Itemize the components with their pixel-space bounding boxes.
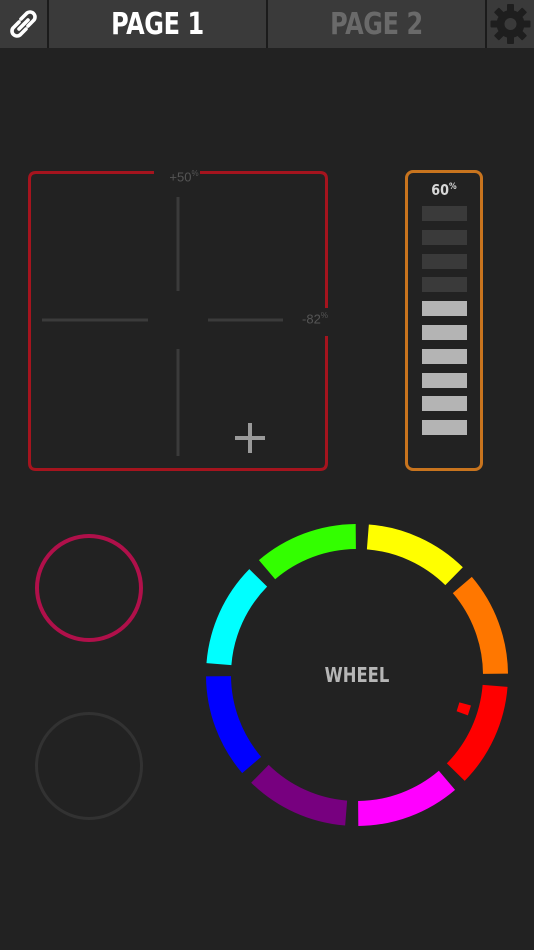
fader-value-number: 60 [431, 181, 450, 199]
tab-page-2[interactable]: PAGE 2 [268, 0, 485, 48]
level-fader[interactable]: 60% [405, 170, 483, 471]
y-readout: -82% [298, 311, 332, 326]
fader-segment [422, 277, 467, 293]
wheel-segment[interactable] [452, 576, 508, 674]
fader-segment [422, 348, 467, 364]
x-readout-value: +50 [169, 169, 192, 185]
tab-page-2-label: PAGE 2 [330, 6, 423, 42]
settings-button[interactable] [487, 0, 534, 48]
fader-value: 60% [413, 181, 474, 199]
y-readout-value: -82 [302, 311, 321, 327]
fader-segment [422, 253, 467, 269]
wheel-segment[interactable] [446, 684, 508, 781]
fader-segment [422, 396, 467, 412]
fader-segment [422, 325, 467, 340]
top-toolbar: PAGE 1 PAGE 2 [0, 0, 534, 48]
x-readout: +50% [164, 169, 204, 184]
toggle-button[interactable] [35, 712, 143, 820]
wheel-segment[interactable] [358, 770, 456, 826]
wheel-marker[interactable] [456, 702, 471, 716]
app-screen: PAGE 1 PAGE 2 +50% -82% 60% WHEEL [0, 0, 534, 950]
fader-segment [422, 229, 467, 245]
fader-segment [422, 206, 467, 221]
xy-pad[interactable]: +50% -82% [28, 169, 328, 471]
wheel-segment[interactable] [206, 676, 262, 774]
link-icon [10, 10, 37, 38]
xy-pad-frame [28, 171, 328, 471]
tab-page-1[interactable]: PAGE 1 [49, 0, 266, 48]
push-button[interactable] [35, 534, 143, 642]
fader-segment [422, 372, 467, 388]
tab-page-1-label: PAGE 1 [111, 6, 204, 42]
wheel-label: WHEEL [324, 663, 390, 687]
link-button[interactable] [0, 0, 47, 48]
wheel-segment[interactable] [258, 524, 356, 580]
wheel-segment[interactable] [206, 569, 268, 666]
y-readout-unit: % [320, 311, 328, 320]
plus-icon[interactable] [233, 421, 267, 455]
wheel-segment[interactable] [366, 524, 463, 586]
gear-icon [490, 4, 531, 44]
xy-pad-crosshair [42, 197, 283, 456]
fader-segment [422, 301, 467, 317]
fader-value-unit: % [449, 182, 457, 192]
color-wheel[interactable]: WHEEL [205, 523, 509, 827]
wheel-segment[interactable] [251, 764, 348, 826]
fader-segment [422, 420, 467, 436]
x-readout-unit: % [191, 169, 199, 178]
